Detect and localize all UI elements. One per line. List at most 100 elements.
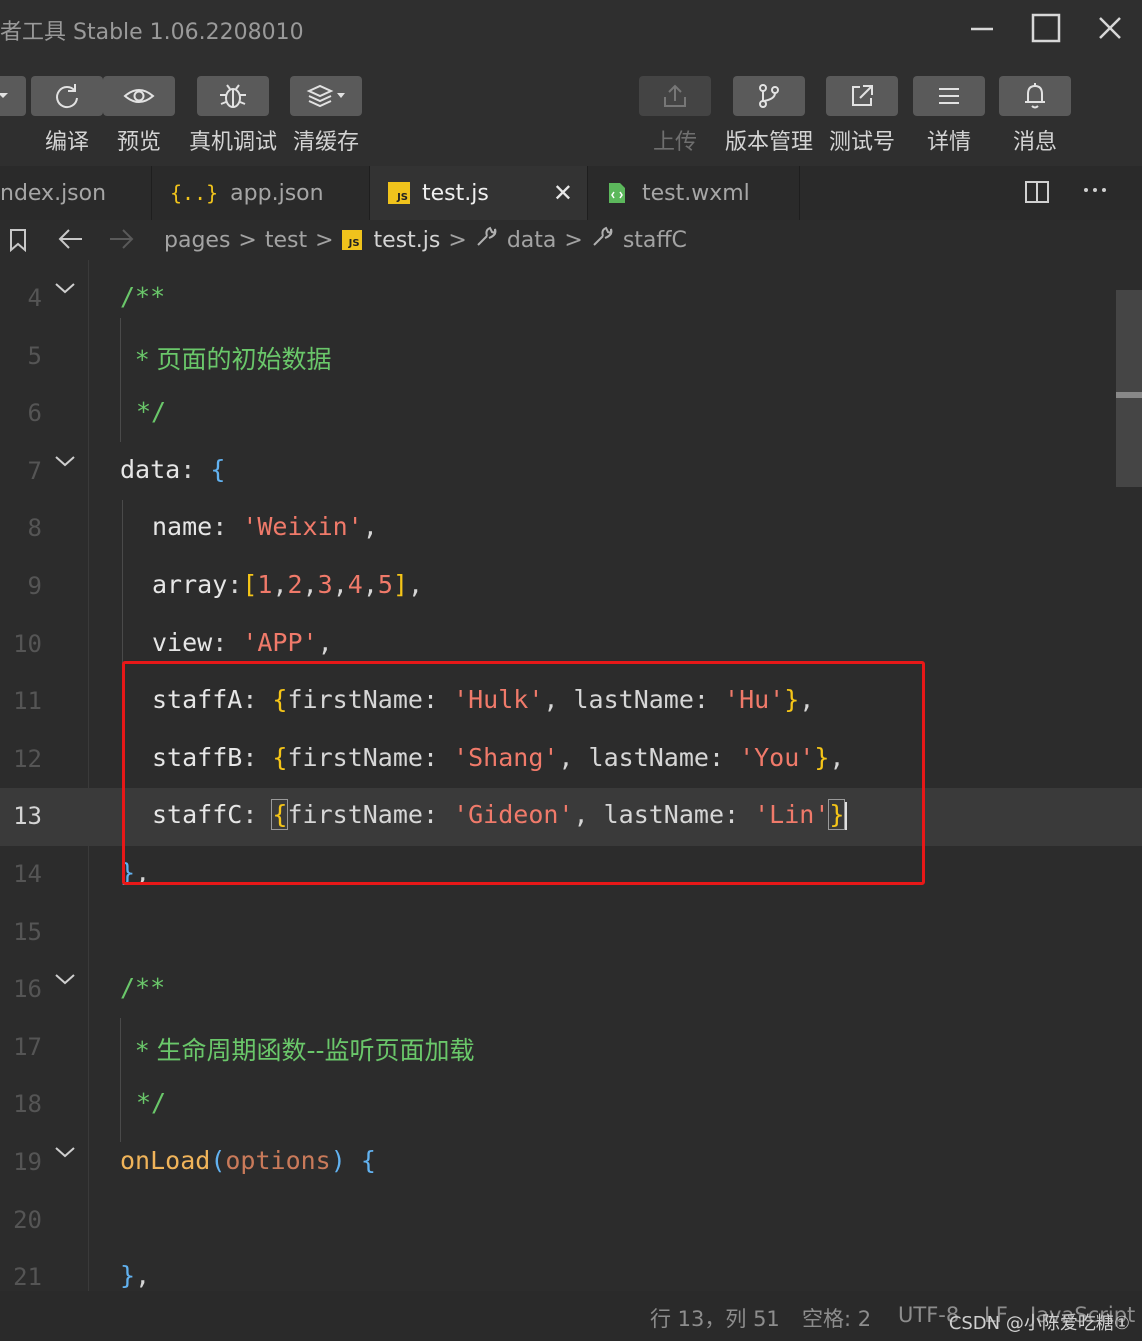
more-horizontal-icon	[1084, 188, 1106, 192]
messages-label: 消息	[1012, 130, 1057, 155]
tab-label: ndex.json	[0, 180, 107, 206]
test-account-label: 测试号	[828, 130, 895, 155]
breadcrumb-item-file[interactable]: test.js	[374, 228, 441, 253]
upload-button[interactable]: 上传	[638, 76, 712, 156]
code-line[interactable]: 5 * 页面的初始数据	[0, 328, 1142, 386]
line-number: 6	[27, 399, 42, 428]
comment-open: /**	[120, 282, 166, 311]
comment-body: * 页面的初始数据	[136, 344, 332, 374]
messages-button[interactable]: 消息	[998, 76, 1072, 156]
editor-tab-bar: ndex.json {..} app.json JS test.js ✕ tes…	[0, 166, 1142, 220]
split-editor-icon	[1025, 181, 1049, 203]
array-key: array	[152, 570, 228, 599]
fold-chevron-icon[interactable]	[54, 280, 76, 299]
test-account-button[interactable]: 测试号	[825, 76, 899, 156]
array-value: 1	[257, 570, 273, 599]
breadcrumb-item-staffC[interactable]: staffC	[623, 228, 687, 253]
breadcrumb-item-data[interactable]: data	[507, 228, 557, 253]
close-window-button[interactable]	[1085, 8, 1135, 48]
indentation-setting[interactable]: 空格: 2	[802, 1303, 871, 1333]
clear-cache-button[interactable]: 清缓存	[289, 76, 363, 156]
code-line[interactable]: 19 onLoad(options) {	[0, 1134, 1142, 1192]
js-icon: JS	[388, 182, 410, 204]
bookmark-button[interactable]	[8, 228, 28, 252]
code-line[interactable]: 17 * 生命周期函数--监听页面加载	[0, 1019, 1142, 1077]
nav-forward-button[interactable]	[108, 228, 134, 250]
name-value: 'Weixin'	[242, 512, 363, 542]
array-value: 2	[287, 570, 303, 599]
fold-chevron-icon[interactable]	[54, 1144, 76, 1163]
code-line[interactable]: 7 data: {	[0, 443, 1142, 501]
line-number: 14	[13, 860, 42, 888]
nav-back-button[interactable]	[58, 228, 84, 250]
code-line[interactable]: 4 /**	[0, 270, 1142, 328]
details-button[interactable]: 详情	[912, 76, 986, 156]
array-value: 5	[377, 570, 393, 599]
preview-button[interactable]: 预览	[102, 76, 176, 156]
code-line[interactable]: 20	[0, 1192, 1142, 1250]
remote-debug-label: 真机调试	[188, 130, 277, 155]
mode-dropdown[interactable]	[0, 76, 26, 116]
wxml-file-icon	[609, 183, 625, 203]
line-number: 11	[13, 687, 42, 716]
cursor-position[interactable]: 行 13，列 51	[650, 1303, 780, 1333]
wrench-icon	[591, 226, 613, 254]
array-value: 4	[347, 570, 363, 599]
upload-icon	[664, 84, 686, 107]
breadcrumb-item-pages[interactable]: pages	[164, 228, 230, 253]
split-editor-button[interactable]	[1024, 180, 1050, 208]
line-number: 18	[13, 1090, 42, 1119]
comment-body: * 生命周期函数--监听页面加载	[136, 1035, 475, 1065]
more-actions-button[interactable]	[1082, 178, 1110, 206]
remote-debug-button[interactable]: 真机调试	[189, 76, 277, 156]
code-line[interactable]: 8 name: 'Weixin',	[0, 500, 1142, 558]
braces-icon: {..}	[170, 181, 219, 205]
version-control-button[interactable]: 版本管理	[725, 76, 813, 156]
status-bar: 行 13，列 51 空格: 2 UTF-8 LF JavaScript CSDN…	[0, 1291, 1142, 1341]
tab-label: test.wxml	[642, 180, 750, 206]
tab-test-js[interactable]: JS test.js ✕	[370, 166, 588, 220]
bell-icon	[1025, 83, 1045, 109]
close-tab-icon[interactable]: ✕	[553, 179, 573, 207]
breadcrumb: pages > test > JS test.js > data > staff…	[0, 220, 1142, 260]
line-number: 9	[27, 572, 42, 600]
code-line[interactable]: 15	[0, 904, 1142, 962]
name-key: name	[152, 512, 213, 542]
title-bar: 者工具 Stable 1.06.2208010	[0, 0, 1142, 58]
data-key: data	[120, 454, 181, 484]
minimize-icon	[971, 27, 993, 31]
vertical-scrollbar[interactable]	[1116, 290, 1142, 487]
line-number: 20	[13, 1205, 42, 1234]
line-number: 13	[13, 802, 42, 831]
code-line[interactable]: 6 */	[0, 385, 1142, 443]
view-value: 'APP'	[242, 627, 318, 657]
bookmark-icon	[10, 229, 26, 252]
line-number: 16	[13, 975, 42, 1004]
chevron-right-icon: >	[238, 227, 257, 253]
chevron-right-icon: >	[448, 227, 467, 253]
layers-icon	[306, 84, 345, 108]
clear-cache-label: 清缓存	[292, 130, 359, 155]
line-number: 10	[13, 629, 42, 658]
code-line[interactable]: 18 */	[0, 1076, 1142, 1134]
code-line[interactable]: 9 array:[1,2,3,4,5],	[0, 558, 1142, 616]
maximize-button[interactable]	[1021, 8, 1071, 48]
function-param: options	[225, 1146, 331, 1175]
comment-open: /**	[120, 973, 166, 1003]
code-line[interactable]: 16 /**	[0, 961, 1142, 1019]
compile-button[interactable]: 编译	[30, 76, 104, 156]
caret-down-icon	[0, 93, 8, 98]
breadcrumb-item-test[interactable]: test	[265, 228, 307, 253]
scrollbar-position-marker	[1116, 392, 1142, 398]
comment-close: */	[136, 397, 167, 427]
minimize-button[interactable]	[957, 8, 1007, 48]
fold-chevron-icon[interactable]	[54, 453, 76, 472]
tab-app-json[interactable]: {..} app.json	[152, 166, 370, 220]
fold-chevron-icon[interactable]	[54, 971, 76, 990]
tab-test-wxml[interactable]: test.wxml	[588, 166, 800, 220]
code-line[interactable]: 21 },	[0, 1249, 1142, 1291]
wrench-icon	[475, 226, 497, 254]
chevron-right-icon: >	[315, 227, 334, 253]
tab-index-json[interactable]: ndex.json	[0, 166, 152, 220]
toolbar: 编译 预览 真机调试 清缓存 上传 版本管理 测试号 详情 消息	[0, 58, 1142, 166]
